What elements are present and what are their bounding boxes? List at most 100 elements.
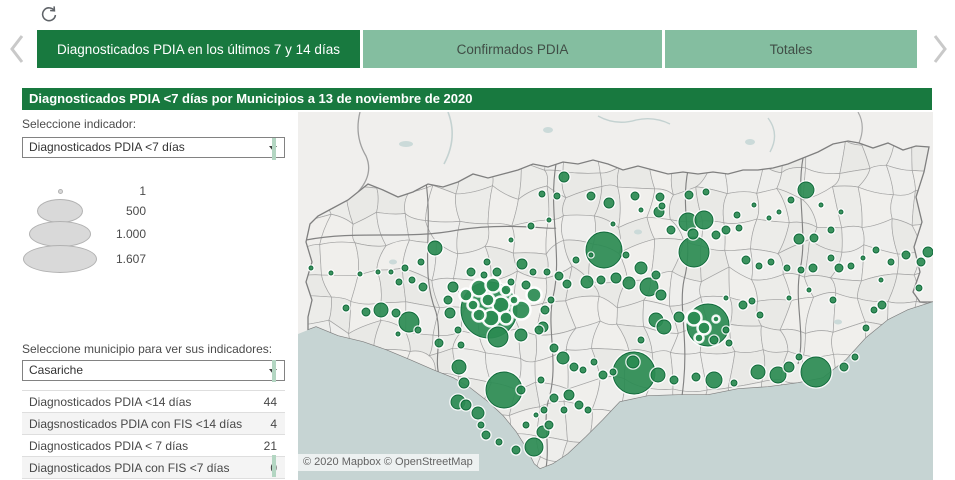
tabs-scroll-left-button[interactable] (5, 31, 31, 67)
map-circle[interactable] (527, 222, 535, 230)
map-circle[interactable] (651, 270, 661, 280)
map-circle[interactable] (697, 321, 711, 335)
map-circle[interactable] (471, 406, 485, 420)
map-circle[interactable] (485, 277, 501, 293)
map-circle[interactable] (547, 296, 555, 304)
map-circle[interactable] (783, 264, 791, 272)
map-circle[interactable] (467, 299, 479, 311)
table-row[interactable]: Diagsnosticados PDIA con FIS <14 días 4 (22, 413, 285, 435)
map-circle[interactable] (558, 171, 570, 183)
map-circle[interactable] (537, 376, 545, 384)
table-row[interactable]: Diagnosticados PDIA < 7 días 21 (22, 435, 285, 457)
map-circle[interactable] (723, 295, 729, 301)
map-circle[interactable] (572, 256, 580, 264)
map-circle[interactable] (538, 190, 546, 198)
map-circle[interactable] (546, 217, 552, 223)
map-circle[interactable] (860, 255, 866, 261)
map-circle[interactable] (526, 287, 542, 303)
map-circle[interactable] (481, 293, 495, 307)
map-circle[interactable] (748, 297, 756, 305)
map-circle[interactable] (610, 221, 616, 227)
map-circle[interactable] (851, 353, 859, 361)
map-circle[interactable] (622, 251, 630, 259)
map-circle[interactable] (878, 277, 884, 283)
map-circle[interactable] (544, 420, 554, 430)
map-circle[interactable] (829, 296, 837, 304)
map-circle[interactable] (622, 276, 636, 290)
map-circle[interactable] (872, 246, 880, 254)
map-circle[interactable] (793, 233, 805, 245)
map-circle[interactable] (516, 385, 526, 395)
map-circle[interactable] (702, 188, 710, 196)
map-circle[interactable] (809, 233, 819, 243)
indicator-dropdown[interactable]: Diagnosticados PDIA <7 días (22, 137, 285, 158)
map-circle[interactable] (511, 445, 521, 455)
map-circle[interactable] (460, 399, 472, 411)
map-circle[interactable] (806, 287, 812, 293)
map-circle[interactable] (487, 326, 509, 348)
map-circle[interactable] (609, 368, 617, 376)
map-circle[interactable] (443, 295, 453, 305)
map-circle[interactable] (508, 237, 514, 243)
municipio-dropdown[interactable]: Casariche (22, 360, 285, 381)
map-circle[interactable] (533, 412, 539, 418)
map-circle[interactable] (694, 210, 714, 230)
map-circle[interactable] (574, 400, 584, 410)
map-circle[interactable] (417, 258, 425, 266)
map-circle[interactable] (514, 328, 528, 342)
map-circle[interactable] (847, 262, 855, 270)
map-circle[interactable] (887, 258, 895, 266)
map-circle[interactable] (725, 339, 733, 347)
map-circle[interactable] (554, 271, 564, 281)
map-circle[interactable] (477, 421, 485, 429)
map-circle[interactable] (783, 361, 795, 373)
map-circle[interactable] (596, 275, 606, 285)
map-circle[interactable] (451, 359, 467, 375)
map-circle[interactable] (650, 367, 666, 383)
map-circle[interactable] (522, 421, 530, 429)
map-circle[interactable] (549, 393, 559, 403)
map-circle[interactable] (818, 202, 824, 208)
map-circle[interactable] (733, 211, 741, 219)
map-circle[interactable] (750, 364, 766, 380)
map-circle[interactable] (480, 271, 488, 279)
map-circle[interactable] (586, 191, 596, 201)
map-circle[interactable] (603, 197, 615, 209)
map-circle[interactable] (797, 181, 815, 199)
map-circle[interactable] (560, 406, 568, 414)
map-circle[interactable] (870, 306, 878, 314)
map-circle[interactable] (588, 252, 594, 258)
map-circle[interactable] (507, 278, 515, 286)
map-circle[interactable] (553, 192, 561, 200)
map-circle[interactable] (691, 372, 701, 382)
table-row[interactable]: Diagnosticados PDIA <14 días 44 (22, 391, 285, 413)
map-circle[interactable] (495, 438, 503, 446)
tab-totales[interactable]: Totales (665, 30, 917, 68)
map-circle[interactable] (361, 307, 371, 317)
map-circle[interactable] (395, 278, 403, 286)
map-circle[interactable] (673, 311, 685, 323)
map-circle[interactable] (626, 355, 640, 369)
map-circle[interactable] (308, 265, 314, 271)
map-circle[interactable] (580, 275, 594, 289)
map-circle[interactable] (408, 276, 416, 284)
map-circle[interactable] (922, 246, 933, 258)
map-circle[interactable] (776, 209, 782, 215)
map-circle[interactable] (584, 406, 592, 414)
map-circle[interactable] (827, 226, 835, 234)
map-circle[interactable] (709, 335, 719, 345)
map-circle[interactable] (658, 202, 666, 210)
filter-scrollbar[interactable] (272, 455, 276, 477)
map-circle[interactable] (827, 254, 835, 262)
map-circle[interactable] (915, 284, 923, 292)
tab-confirmados-pdia[interactable]: Confirmados PDIA (363, 30, 662, 68)
map-canvas[interactable] (298, 112, 933, 480)
map-circle[interactable] (357, 271, 363, 277)
map-circle[interactable] (678, 236, 710, 268)
map-circle[interactable] (687, 228, 699, 240)
map-circle[interactable] (656, 319, 672, 335)
map-circle[interactable] (499, 311, 513, 325)
map-circle[interactable] (666, 225, 676, 235)
map-circle[interactable] (529, 268, 537, 276)
map-circle[interactable] (562, 279, 572, 289)
